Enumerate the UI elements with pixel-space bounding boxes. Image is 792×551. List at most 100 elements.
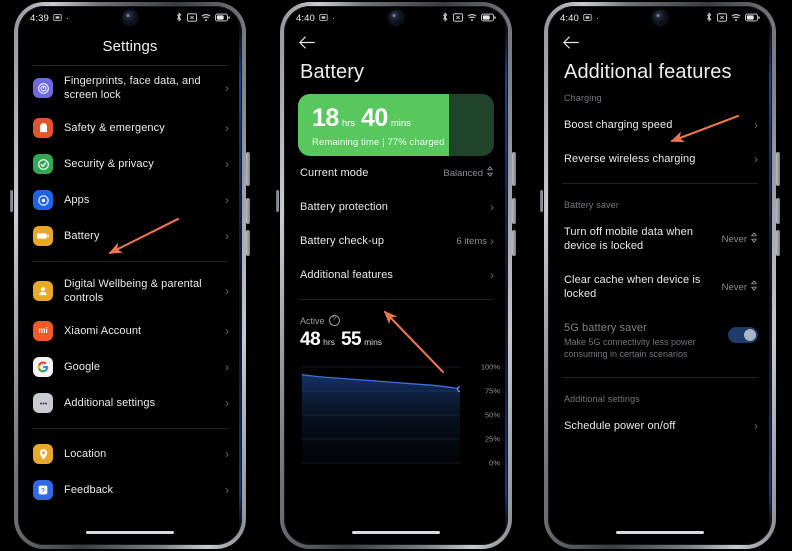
wifi-icon [201,13,211,24]
section-heading-additional-settings: Additional settings [564,394,640,404]
volume-down-button[interactable] [512,230,516,256]
sidebar-item-fingerprints[interactable]: Fingerprints, face data, and screen lock… [18,66,242,110]
sidebar-item-label: Security & privacy [64,158,154,170]
chevron-right-icon: › [225,447,229,461]
row-reverse-wireless-charging[interactable]: Reverse wireless charging › [548,142,772,176]
power-button[interactable] [246,152,250,186]
front-camera-punchhole [653,11,667,24]
group-divider [32,428,228,429]
row-boost-charging-speed[interactable]: Boost charging speed › [548,108,772,142]
chevron-right-icon: › [754,118,758,132]
sidebar-item-label: Feedback [64,484,114,496]
stepper-icon[interactable] [486,166,494,180]
back-arrow-icon[interactable] [562,35,580,53]
status-bar-right [441,12,496,24]
chevron-right-icon: › [225,229,229,243]
row-additional-features[interactable]: Additional features › [284,258,508,292]
sidebar-item-feedback[interactable]: ? Feedback › [18,472,242,508]
left-side-button[interactable] [10,190,13,212]
sidebar-item-apps[interactable]: Apps › [18,182,242,218]
battery-level-chart[interactable]: 100% 75% 50% 25% 0% [284,359,508,477]
sidebar-item-xiaomi-account[interactable]: mi Xiaomi Account › [18,313,242,349]
battery-icon [745,13,760,24]
row-label: 5G battery saver [564,322,647,334]
status-dot: · [65,13,69,23]
chart-y-axis-labels: 100% 75% 50% 25% 0% [472,359,500,471]
status-time: 4:40 [296,12,315,24]
page-title: Settings [102,38,158,55]
volume-up-button[interactable] [246,198,250,224]
home-indicator[interactable] [352,531,440,534]
settings-group-3: Location › ? Feedback › [18,436,242,508]
chart-y-tick-label: 0% [489,458,500,468]
sidebar-item-location[interactable]: Location › [18,436,242,472]
sidebar-item-battery[interactable]: Battery › [18,218,242,254]
fingerprint-icon [33,78,53,98]
home-indicator[interactable] [86,531,174,534]
status-bar-right [705,12,760,24]
stepper-icon[interactable] [750,280,758,294]
status-bar-left: 4:39 · [30,13,69,24]
home-indicator[interactable] [616,531,704,534]
chart-y-tick-label: 75% [484,386,500,396]
sidebar-item-label: Additional settings [64,397,156,409]
left-side-button[interactable] [276,190,279,212]
row-schedule-power[interactable]: Schedule power on/off › [548,409,772,443]
active-minutes-unit: mins [364,337,383,347]
left-side-button[interactable] [540,190,543,212]
screenshot-icon [583,13,592,24]
screenshot-icon [319,13,328,24]
remaining-hours: 18 [312,104,339,132]
active-usage-block: Active ? 48 hrs 55 mins [284,307,508,349]
chevron-right-icon: › [754,152,758,166]
svg-text:?: ? [41,487,45,494]
sidebar-item-safety-emergency[interactable]: Safety & emergency › [18,110,242,146]
power-button[interactable] [776,152,780,186]
sidebar-item-security-privacy[interactable]: Security & privacy › [18,146,242,182]
sidebar-item-label: Google [64,361,101,373]
page-title: Battery [300,61,365,83]
cast-icon [453,12,463,24]
battery-summary-card[interactable]: 18 hrs 40 mins Remaining time | 77% char… [298,94,494,156]
remaining-minutes-unit: mins [390,118,411,129]
row-current-mode[interactable]: Current mode Balanced [284,156,508,190]
back-row [284,28,508,60]
status-bar: 4:39 · [18,6,242,28]
back-row [548,28,772,60]
row-clear-cache[interactable]: Clear cache when device is locked Never [548,263,772,311]
5g-battery-saver-toggle[interactable] [728,327,758,343]
volume-up-button[interactable] [776,198,780,224]
chart-y-tick-label: 50% [484,410,500,420]
sidebar-item-label: Xiaomi Account [64,325,142,337]
sidebar-item-digital-wellbeing[interactable]: Digital Wellbeing & parental controls › [18,269,242,313]
sidebar-item-google[interactable]: Google › [18,349,242,385]
status-bar-left: 4:40 · [296,13,335,24]
volume-down-button[interactable] [246,230,250,256]
status-bar: 4:40 · [284,6,508,28]
volume-down-button[interactable] [776,230,780,256]
sidebar-item-label: Safety & emergency [64,122,165,134]
status-dot: · [331,13,335,23]
row-turn-off-mobile-data[interactable]: Turn off mobile data when device is lock… [548,215,772,263]
row-battery-protection[interactable]: Battery protection › [284,190,508,224]
status-bar-right [175,12,230,24]
shield-check-icon [33,154,53,174]
phone-2-screen: 4:40 · Battery 18 hrs 40 mins Remaining … [284,6,508,545]
sidebar-item-additional-settings[interactable]: Additional settings › [18,385,242,421]
settings-group-2: Digital Wellbeing & parental controls › … [18,269,242,421]
info-icon[interactable]: ? [328,315,340,326]
volume-up-button[interactable] [512,198,516,224]
safety-icon [33,118,53,138]
row-battery-checkup[interactable]: Battery check-up 6 items › [284,224,508,258]
back-arrow-icon[interactable] [298,35,316,53]
power-button[interactable] [512,152,516,186]
row-5g-battery-saver[interactable]: 5G battery saver Make 5G connectivity le… [548,311,772,370]
google-icon [33,357,53,377]
battery-icon [215,13,230,24]
row-value: Never [721,233,747,245]
row-label: Schedule power on/off [564,420,676,432]
stepper-icon[interactable] [750,232,758,246]
bluetooth-icon [175,12,183,24]
row-value: Balanced [443,167,483,179]
chevron-right-icon: › [225,396,229,410]
